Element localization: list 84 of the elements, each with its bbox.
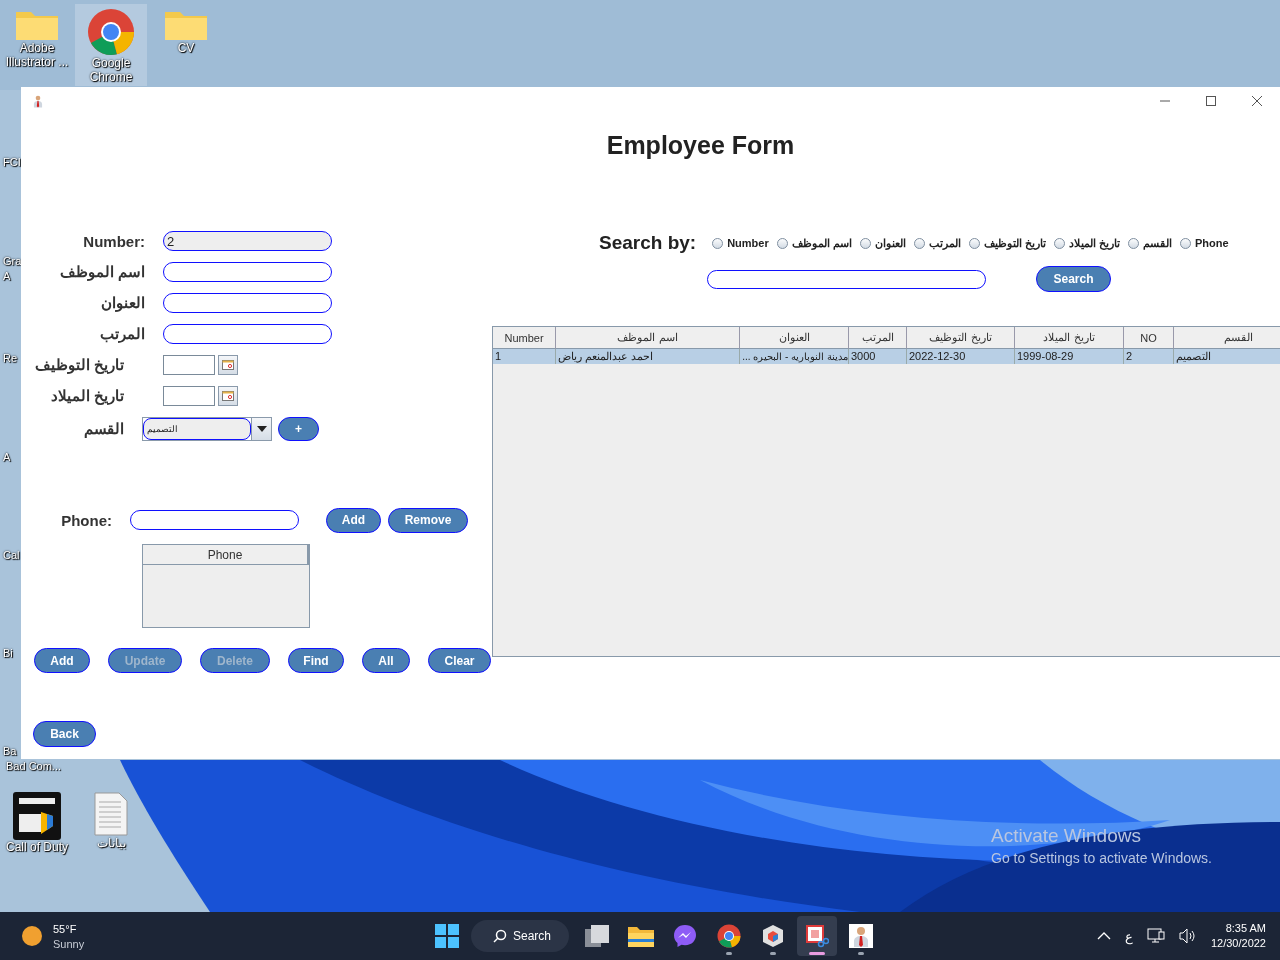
table-cell: 2: [1124, 349, 1174, 364]
field-label: العنوان: [100, 294, 145, 312]
phone-field[interactable]: [130, 510, 299, 530]
back-button[interactable]: Back: [33, 721, 96, 747]
table-cell: مدينة النوباريه - البحيره ...: [740, 349, 849, 364]
column-header[interactable]: تاريخ الميلاد: [1015, 327, 1124, 349]
gallery-icon: [585, 925, 609, 947]
calendar-button[interactable]: [218, 386, 238, 406]
column-header[interactable]: Number: [493, 327, 556, 349]
chat-bubble-icon: [673, 924, 697, 948]
date-field[interactable]: [163, 386, 215, 406]
field-label: تاريخ الميلاد: [49, 387, 124, 405]
phone-action-button[interactable]: Remove: [388, 507, 468, 533]
start-grid-icon: [435, 924, 459, 948]
search-option[interactable]: تاريخ التوظيف: [968, 236, 1046, 250]
round-logo-icon: [87, 8, 135, 56]
field-label: Number:: [82, 232, 145, 250]
add-department-button[interactable]: +: [278, 417, 319, 441]
close-icon: [1252, 96, 1262, 106]
table-cell: 1: [493, 349, 556, 364]
action-button[interactable]: All: [362, 648, 410, 673]
field-label: المرتب: [99, 325, 145, 343]
clock-date[interactable]: 12/30/2022: [1210, 936, 1266, 951]
speaker-icon[interactable]: [1178, 928, 1197, 944]
chevron-up-icon[interactable]: [1096, 932, 1111, 940]
text-field[interactable]: 2: [163, 231, 332, 251]
field-label: تاريخ التوظيف: [33, 356, 124, 374]
action-button[interactable]: Clear: [428, 648, 491, 673]
person-icon: [31, 94, 45, 108]
search-option[interactable]: المرتب: [913, 236, 961, 250]
text-field[interactable]: [163, 262, 332, 282]
search-field[interactable]: [707, 269, 986, 289]
table-cell: احمد عبدالمنعم رياض: [556, 349, 740, 364]
weather-condition: Sunny: [53, 937, 85, 950]
language-indicator[interactable]: ع: [1124, 928, 1133, 944]
phone-action-button[interactable]: Add: [326, 507, 381, 533]
dropdown-arrow-button[interactable]: [251, 418, 271, 440]
caret-down-icon: [256, 426, 267, 432]
network-icon[interactable]: [1146, 928, 1165, 944]
table-cell: 2022-12-30: [907, 349, 1015, 364]
table-cell: التصميم: [1174, 349, 1280, 364]
column-header[interactable]: NO: [1124, 327, 1174, 349]
maximize-icon: [1206, 96, 1216, 106]
calendar-icon: [222, 360, 234, 370]
sun-icon: [21, 925, 43, 947]
form-title: Employee Form: [606, 131, 795, 159]
folder-icon: [628, 925, 654, 947]
search-icon: [493, 929, 507, 943]
action-button[interactable]: Find: [288, 648, 344, 673]
search-option[interactable]: تاريخ الميلاد: [1053, 236, 1120, 250]
field-label: القسم: [83, 420, 124, 438]
search-option[interactable]: القسم: [1127, 236, 1172, 250]
column-header[interactable]: اسم الموظف: [556, 327, 740, 349]
calendar-icon: [222, 391, 234, 401]
person-icon: [849, 924, 873, 948]
table-cell: 3000: [849, 349, 907, 364]
column-header[interactable]: المرتب: [849, 327, 907, 349]
table-cell: 1999-08-29: [1015, 349, 1124, 364]
column-header[interactable]: Phone: [143, 545, 309, 565]
search-button[interactable]: Search: [1036, 266, 1111, 292]
field-label: اسم الموظف: [58, 263, 145, 281]
calendar-button[interactable]: [218, 355, 238, 375]
search-option[interactable]: Phone: [1179, 236, 1229, 250]
search-by-label: Search by:: [599, 232, 697, 254]
taskbar-search-button[interactable]: Search: [471, 920, 569, 952]
column-header[interactable]: تاريخ التوظيف: [907, 327, 1015, 349]
document-icon: [94, 792, 128, 836]
search-option[interactable]: Number: [712, 236, 769, 250]
date-field[interactable]: [163, 355, 215, 375]
game-logo-icon: [13, 792, 61, 840]
clock-time[interactable]: 8:35 AM: [1225, 921, 1266, 936]
column-header[interactable]: العنوان: [740, 327, 849, 349]
scissors-icon: [805, 924, 829, 948]
search-option[interactable]: اسم الموظف: [776, 236, 852, 250]
cube-icon: [761, 924, 785, 948]
department-dropdown[interactable]: التصميم: [143, 418, 251, 440]
search-option[interactable]: العنوان: [859, 236, 906, 250]
temperature: 55°F: [53, 922, 78, 935]
text-field[interactable]: [163, 293, 332, 313]
field-label: Phone:: [60, 511, 112, 529]
taskbar-app-button[interactable]: [797, 916, 837, 956]
text-field[interactable]: [163, 324, 332, 344]
round-logo-icon: [717, 924, 741, 948]
action-button[interactable]: Add: [34, 648, 90, 673]
